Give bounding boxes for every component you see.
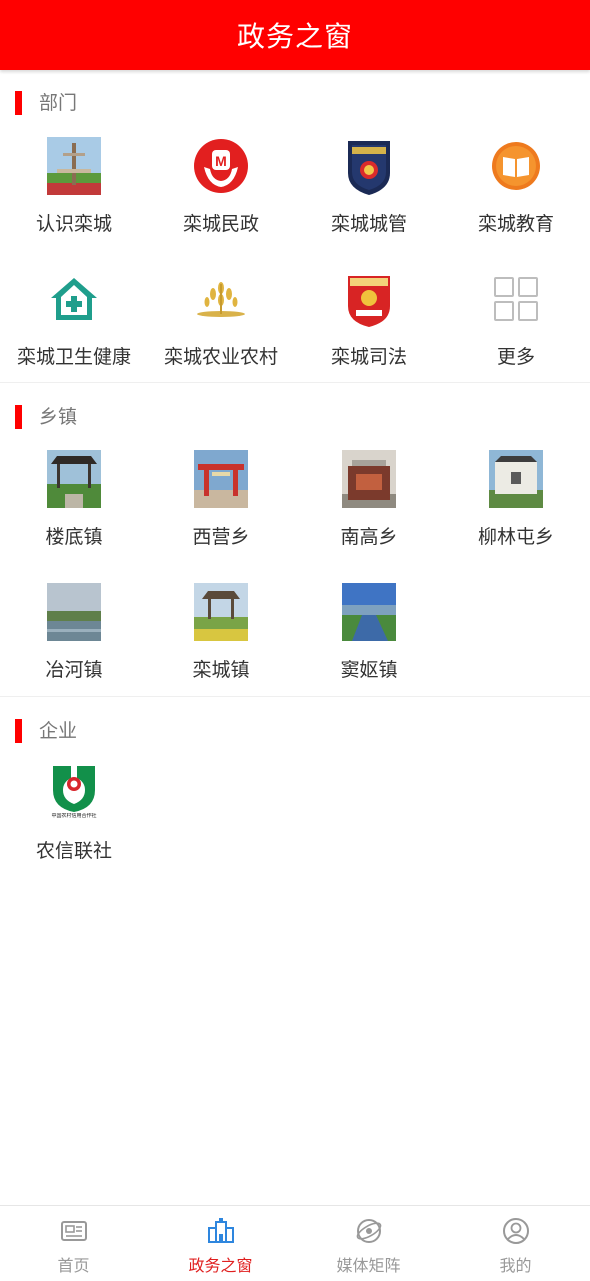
gate-photo-icon — [194, 450, 248, 508]
grid-item-more[interactable]: 更多 — [442, 270, 590, 390]
grid-item-label: 栾城教育 — [477, 213, 554, 235]
grid-item-agriculture[interactable]: 栾城农业农村 — [147, 270, 295, 390]
tab-media-matrix[interactable]: 媒体矩阵 — [295, 1206, 442, 1281]
section-header: 部门 — [0, 91, 590, 117]
grid-item-label: 南高乡 — [340, 526, 398, 548]
grid-item-education[interactable]: 栾城教育 — [442, 137, 590, 257]
tab-mine[interactable]: 我的 — [442, 1206, 589, 1281]
grid-item-label: 栾城城管 — [330, 213, 407, 235]
globe-orbit-icon — [356, 1219, 382, 1243]
section-enterprises: 企业 中国农村信用合作社 农信联社 — [0, 697, 590, 877]
pavilion-photo-icon — [47, 450, 101, 508]
grid-item-nangao[interactable]: 南高乡 — [295, 450, 443, 570]
section-header: 企业 — [0, 719, 590, 745]
river-photo-icon — [47, 583, 101, 641]
tab-label: 媒体矩阵 — [336, 1256, 401, 1275]
urban-management-badge-icon — [348, 141, 390, 195]
grid-item-xiying[interactable]: 西营乡 — [147, 450, 295, 570]
section-departments: 部门 认识栾城 M 栾城民政 栾城城管 栾城教育 栾城卫生健康 栾城农业农村 栾… — [0, 70, 590, 382]
section-townships: 乡镇 楼底镇 西营乡 南高乡 柳林屯乡 冶河镇 栾城镇 窦妪镇 — [0, 383, 590, 696]
grid-item-intro[interactable]: 认识栾城 — [0, 137, 148, 257]
section-header: 乡镇 — [0, 405, 590, 431]
tower-photo-icon — [47, 137, 101, 195]
grid-item-label: 农信联社 — [35, 840, 112, 862]
user-icon — [503, 1218, 529, 1244]
section-title: 企业 — [39, 720, 78, 742]
svg-text:M: M — [215, 153, 227, 169]
logo-caption: 中国农村信用合作社 — [51, 813, 97, 819]
section-accent-bar — [15, 91, 22, 115]
grid-item-luancheng[interactable]: 栾城镇 — [147, 583, 295, 703]
health-house-icon — [51, 278, 97, 320]
tab-home[interactable]: 首页 — [0, 1206, 147, 1281]
bottom-tab-bar: 首页 政务之窗 媒体矩阵 我的 — [0, 1205, 590, 1280]
section-title: 部门 — [39, 92, 78, 114]
grid-item-label: 楼底镇 — [45, 526, 103, 548]
tab-label: 政务之窗 — [188, 1256, 253, 1275]
judicial-emblem-icon — [348, 276, 390, 327]
grid-item-label: 栾城司法 — [330, 346, 407, 368]
grid-item-label: 冶河镇 — [45, 659, 103, 681]
garden-pavilion-photo-icon — [194, 583, 248, 641]
grid-more-icon — [494, 277, 538, 321]
grid-item-urban-management[interactable]: 栾城城管 — [295, 137, 443, 257]
grid-item-label: 栾城卫生健康 — [16, 346, 131, 368]
section-title: 乡镇 — [39, 406, 78, 428]
grid-item-label: 窦妪镇 — [340, 659, 398, 681]
tab-government-window[interactable]: 政务之窗 — [147, 1206, 294, 1281]
grid-item-civil-affairs[interactable]: M 栾城民政 — [147, 137, 295, 257]
tab-label: 我的 — [499, 1256, 532, 1275]
grid-item-liulintun[interactable]: 柳林屯乡 — [442, 450, 590, 570]
grid-item-yehe[interactable]: 冶河镇 — [0, 583, 148, 703]
grid-item-label: 西营乡 — [192, 526, 250, 548]
book-icon — [492, 142, 540, 190]
app-header: 政务之窗 — [0, 0, 590, 70]
canal-photo-icon — [342, 583, 396, 641]
grid-item-rural-credit[interactable]: 中国农村信用合作社 农信联社 — [0, 764, 148, 884]
grid-item-judicial[interactable]: 栾城司法 — [295, 270, 443, 390]
monument-photo-icon — [342, 450, 396, 508]
grid-item-loudi[interactable]: 楼底镇 — [0, 450, 148, 570]
civil-affairs-emblem-icon: M — [194, 139, 248, 193]
grid-item-health[interactable]: 栾城卫生健康 — [0, 270, 148, 390]
news-icon — [61, 1221, 87, 1241]
tab-label: 首页 — [57, 1256, 90, 1275]
government-building-icon — [208, 1218, 234, 1243]
grid-item-label: 柳林屯乡 — [477, 526, 554, 548]
grid-item-label: 栾城民政 — [182, 213, 259, 235]
grid-item-label: 栾城农业农村 — [163, 346, 278, 368]
village-wall-photo-icon — [489, 450, 543, 508]
grid-item-label: 认识栾城 — [35, 213, 112, 235]
grid-item-label: 栾城镇 — [192, 659, 250, 681]
section-accent-bar — [15, 719, 22, 743]
grid-item-label: 更多 — [496, 346, 535, 368]
wheat-icon — [197, 282, 245, 317]
section-accent-bar — [15, 405, 22, 429]
page-title: 政务之窗 — [236, 20, 353, 53]
grid-item-douyu[interactable]: 窦妪镇 — [295, 583, 443, 703]
